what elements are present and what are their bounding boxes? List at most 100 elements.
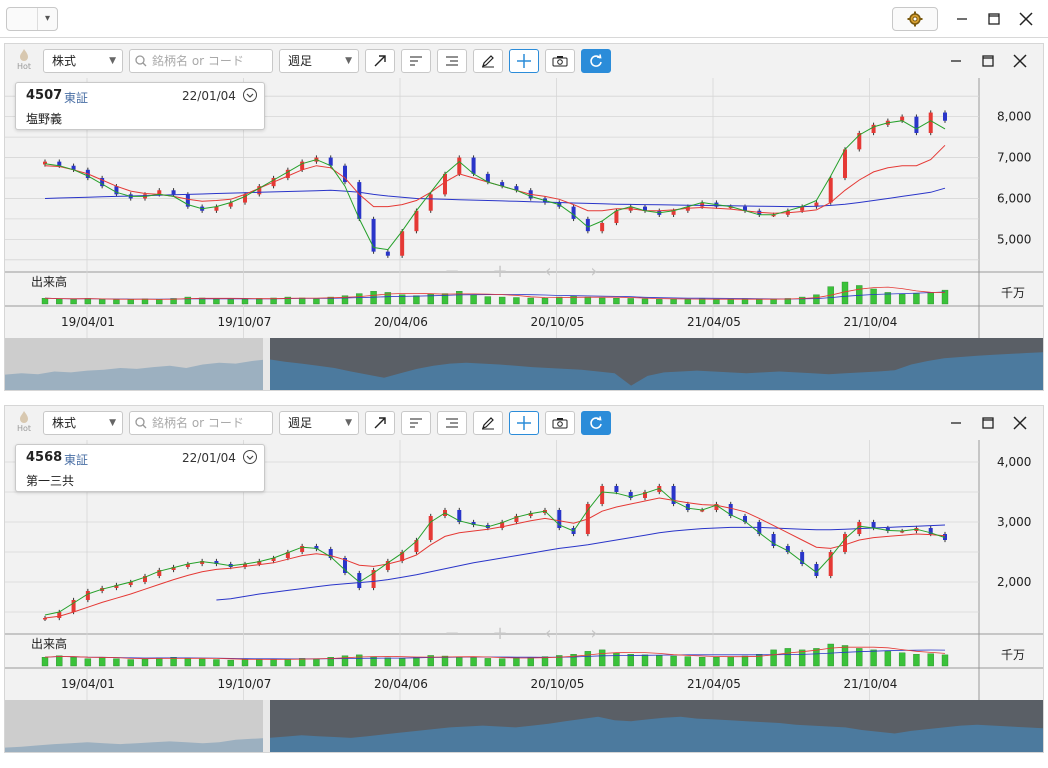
volume-bar <box>498 296 506 305</box>
volume-bar <box>284 658 292 667</box>
chevron-down-circle-icon[interactable] <box>242 449 258 465</box>
panel-close-button[interactable] <box>1009 413 1031 433</box>
period-select[interactable]: 週足 ▼ <box>279 411 359 435</box>
refresh-button[interactable] <box>581 49 611 73</box>
panel-maximize-button[interactable] <box>977 51 999 71</box>
volume-bar <box>698 656 706 667</box>
volume-bar <box>684 656 692 667</box>
zoom-in-button[interactable]: + <box>487 262 513 282</box>
search-input[interactable]: 銘柄名 or コード <box>129 411 273 435</box>
volume-bar <box>741 655 749 667</box>
candle-body <box>400 231 405 256</box>
trend-line-button[interactable] <box>365 49 395 73</box>
gear-icon <box>907 11 923 27</box>
y-tick-label: 5,000 <box>997 232 1031 246</box>
align-left-button[interactable] <box>401 49 431 73</box>
type-select-value: 株式 <box>52 54 77 68</box>
type-select[interactable]: 株式 ▼ <box>43 49 123 73</box>
candle-body <box>85 591 90 600</box>
chevron-down-circle-icon[interactable] <box>242 87 258 103</box>
candle-body <box>471 157 476 174</box>
x-tick-label: 21/04/05 <box>687 315 741 329</box>
volume-bar <box>213 659 220 667</box>
volume-bar <box>870 649 877 667</box>
close-button[interactable] <box>1014 8 1038 30</box>
refresh-icon <box>590 416 602 429</box>
zoom-out-button[interactable]: − <box>439 624 465 644</box>
screenshot-button[interactable] <box>545 49 575 73</box>
volume-bar <box>856 648 863 667</box>
y-tick-label: 3,000 <box>997 515 1031 529</box>
candle-body <box>871 522 876 528</box>
hot-button[interactable]: Hot <box>11 48 37 76</box>
chevron-down-icon[interactable]: ▾ <box>37 8 57 30</box>
pencil-icon <box>482 417 494 430</box>
align-left-button[interactable] <box>401 411 431 435</box>
candle-body <box>943 112 947 121</box>
align-right-icon <box>446 56 458 66</box>
volume-bar <box>856 285 863 305</box>
stock-name: 第一三共 <box>26 474 75 488</box>
align-right-button[interactable] <box>437 49 467 73</box>
panel-close-button[interactable] <box>1009 51 1031 71</box>
volume-bar <box>513 657 520 667</box>
crosshair-button[interactable] <box>509 411 539 435</box>
draw-button[interactable] <box>473 411 503 435</box>
trend-line-button[interactable] <box>365 411 395 435</box>
zoom-in-button[interactable]: + <box>487 624 513 644</box>
y-tick-label: 6,000 <box>997 191 1031 205</box>
volume-bar <box>684 299 692 305</box>
scroll-left-button[interactable]: ‹ <box>535 262 561 282</box>
candle-body <box>571 206 576 219</box>
type-select[interactable]: 株式 ▼ <box>43 411 123 435</box>
flame-icon <box>20 411 28 423</box>
panel-minimize-button[interactable] <box>945 413 967 433</box>
volume-bar <box>927 653 934 667</box>
volume-bar <box>913 293 920 305</box>
volume-bar <box>713 299 720 305</box>
x-tick-label: 20/04/06 <box>374 315 428 329</box>
close-icon <box>1013 416 1027 430</box>
volume-bar <box>770 649 777 667</box>
x-tick-label: 20/10/05 <box>531 677 585 691</box>
range-navigator[interactable] <box>5 338 1043 390</box>
zoom-out-button[interactable]: − <box>439 262 465 282</box>
period-select[interactable]: 週足 ▼ <box>279 49 359 73</box>
settings-button[interactable] <box>892 7 938 31</box>
candle-body <box>600 486 605 504</box>
refresh-button[interactable] <box>581 411 611 435</box>
stock-name: 塩野義 <box>26 112 63 126</box>
add-panel-button[interactable]: ▾ <box>6 7 58 31</box>
type-select-value: 株式 <box>52 416 77 430</box>
range-navigator[interactable] <box>5 700 1043 752</box>
chart-panel-2: Hot 株式 ▼ 銘柄名 or コード 週足 ▼ 19/04/01 19/10/07 2… <box>4 405 1044 753</box>
flame-icon <box>20 49 28 61</box>
candle-body <box>814 564 819 576</box>
volume-bar <box>341 655 349 667</box>
minimize-icon <box>951 422 961 424</box>
draw-button[interactable] <box>473 49 503 73</box>
maximize-button[interactable] <box>982 8 1006 30</box>
scroll-left-button[interactable]: ‹ <box>535 624 561 644</box>
scroll-right-button[interactable]: › <box>581 262 607 282</box>
candle-body <box>357 182 362 219</box>
screenshot-button[interactable] <box>545 411 575 435</box>
align-right-button[interactable] <box>437 411 467 435</box>
x-tick-label: 19/04/01 <box>61 315 115 329</box>
panel-maximize-button[interactable] <box>977 413 999 433</box>
stock-code: 4507 <box>26 88 63 103</box>
market-label: 東証 <box>64 91 89 105</box>
candle-body <box>843 149 847 178</box>
panel-minimize-button[interactable] <box>945 51 967 71</box>
search-input[interactable]: 銘柄名 or コード <box>129 49 273 73</box>
x-tick-label: 20/04/06 <box>374 677 428 691</box>
candle-body <box>843 534 847 552</box>
period-select-value: 週足 <box>288 54 313 68</box>
volume-bar <box>527 656 534 667</box>
hot-button[interactable]: Hot <box>11 410 37 438</box>
scroll-right-button[interactable]: › <box>581 624 607 644</box>
volume-bar <box>756 299 763 305</box>
maximize-icon <box>988 13 1000 25</box>
minimize-button[interactable] <box>950 8 974 30</box>
crosshair-button[interactable] <box>509 49 539 73</box>
